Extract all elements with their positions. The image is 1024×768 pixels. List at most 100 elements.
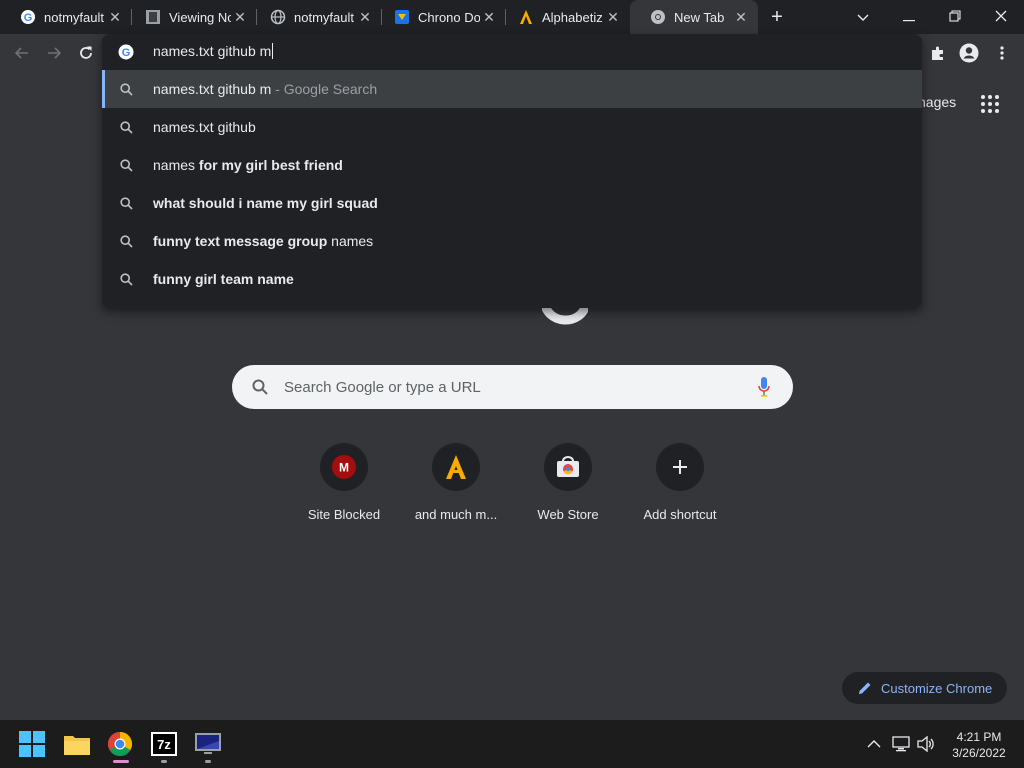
close-icon[interactable]: ✕ [606, 10, 620, 24]
profile-avatar-icon [959, 43, 979, 63]
shortcut-and-much-more[interactable]: and much m... [400, 443, 512, 533]
running-indicator [161, 760, 167, 763]
tab-search-icon[interactable] [850, 4, 876, 30]
chrono-download-icon [394, 9, 410, 25]
back-button[interactable] [10, 41, 34, 65]
web-store-icon [557, 456, 579, 477]
windows-start-icon[interactable] [16, 728, 48, 760]
screen: { "tabs": [ {"title": "notmyfault", "ico… [0, 0, 1024, 768]
volume-icon[interactable] [916, 734, 936, 754]
suggestion-item[interactable]: what should i name my girl squad [102, 184, 922, 222]
extensions-button[interactable] [926, 41, 950, 65]
shortcut-web-store[interactable]: Web Store [512, 443, 624, 533]
tab-4[interactable]: Chrono Do ✕ [374, 0, 506, 34]
shortcut-site-blocked[interactable]: M Site Blocked [288, 443, 400, 533]
images-link[interactable]: nages [918, 94, 956, 110]
restore-icon[interactable] [942, 4, 968, 30]
tab-6[interactable]: New Tab ✕ [630, 0, 758, 34]
svg-text:G: G [24, 12, 33, 24]
suggestion-item[interactable]: names for my girl best friend [102, 146, 922, 184]
ntp-search-box[interactable]: Search Google or type a URL [232, 365, 793, 409]
running-indicator [205, 760, 211, 763]
suggestion-text-part: names.txt github [153, 119, 256, 135]
puzzle-icon [932, 46, 943, 60]
tab-title: notmyfault [294, 9, 354, 25]
suggestion-text: what should i name my girl squad [153, 195, 378, 211]
suggestion-text: names for my girl best friend [153, 157, 343, 173]
search-icon [120, 121, 133, 134]
suggestion-text: names.txt github m - Google Search [153, 81, 377, 97]
close-icon[interactable]: ✕ [108, 10, 122, 24]
viewing-page-icon [145, 9, 161, 25]
close-icon[interactable]: ✕ [734, 10, 748, 24]
close-icon[interactable]: ✕ [233, 10, 247, 24]
tab-5[interactable]: Alphabetiz ✕ [498, 0, 630, 34]
microphone-icon[interactable] [758, 377, 770, 397]
chrome-taskbar-icon[interactable] [104, 728, 136, 760]
address-input: names.txt github m [153, 43, 272, 59]
suggestion-text-part: names.txt github m [153, 81, 272, 97]
profile-button[interactable] [957, 41, 981, 65]
text-cursor [272, 43, 274, 59]
close-icon[interactable]: ✕ [358, 10, 372, 24]
reload-button[interactable] [74, 41, 98, 65]
svg-text:G: G [122, 47, 131, 59]
close-icon[interactable]: ✕ [482, 10, 496, 24]
globe-icon [270, 9, 286, 25]
tab-title: Chrono Do [418, 9, 480, 25]
system-clock[interactable]: 4:21 PM 3/26/2022 [944, 729, 1014, 761]
svg-text:M: M [339, 461, 349, 475]
active-app-indicator [113, 760, 129, 763]
suggestion-item[interactable]: funny text message group names [102, 222, 922, 260]
google-g-icon: G [118, 44, 134, 60]
chevron-up-icon[interactable] [864, 734, 884, 754]
search-icon [120, 235, 133, 248]
search-icon [252, 379, 268, 395]
window-close-icon[interactable] [988, 4, 1014, 30]
network-icon[interactable] [891, 734, 911, 754]
address-bar[interactable]: G names.txt github m [102, 34, 922, 70]
forward-button[interactable] [42, 41, 66, 65]
suggestion-item[interactable]: names.txt github m - Google Search [102, 70, 922, 108]
new-tab-button[interactable]: + [766, 7, 788, 29]
file-explorer-icon[interactable] [61, 728, 93, 760]
suggestion-item[interactable]: names.txt github [102, 108, 922, 146]
shortcut-label: Web Store [537, 507, 599, 522]
apps-grid-icon[interactable] [980, 94, 1000, 114]
suggestion-item[interactable]: funny girl team name [102, 260, 922, 298]
pencil-icon [858, 681, 872, 695]
suggestion-text-part: what should i name my girl squad [153, 195, 378, 211]
menu-button[interactable] [990, 41, 1014, 65]
windows-taskbar: 7z 4:21 PM 3/26/2022 [0, 720, 1024, 768]
customize-chrome-button[interactable]: Customize Chrome [842, 672, 1007, 704]
alphabetizer-a-icon [518, 9, 534, 25]
chrome-icon [650, 9, 666, 25]
suggestion-text-part: for my girl best friend [198, 157, 343, 173]
shortcut-add[interactable]: Add shortcut [624, 443, 736, 533]
monitor-app-icon[interactable] [192, 728, 224, 760]
suggestion-text: funny girl team name [153, 271, 294, 287]
tab-3[interactable]: notmyfault ✕ [250, 0, 382, 34]
tab-1[interactable]: G notmyfault ✕ [0, 0, 132, 34]
tab-strip: G notmyfault ✕ Viewing No ✕ notmyfault ✕… [0, 0, 1024, 34]
search-placeholder: Search Google or type a URL [284, 379, 481, 396]
minimize-icon[interactable] [896, 4, 922, 30]
shortcut-label: Add shortcut [643, 507, 717, 522]
clock-date: 3/26/2022 [952, 746, 1006, 760]
forward-arrow-icon [48, 47, 62, 59]
back-arrow-icon [14, 47, 28, 59]
svg-text:7z: 7z [157, 737, 171, 752]
kebab-menu-icon [1000, 46, 1004, 60]
tab-2[interactable]: Viewing No ✕ [125, 0, 257, 34]
reload-icon [80, 46, 92, 59]
7zip-icon[interactable]: 7z [148, 728, 180, 760]
plus-icon [673, 460, 687, 474]
search-icon [120, 273, 133, 286]
tab-title: notmyfault [44, 9, 104, 25]
site-blocked-m-icon: M [332, 455, 356, 479]
tab-title: New Tab [674, 9, 725, 25]
suggestion-text: names.txt github [153, 119, 256, 135]
shortcut-label: and much m... [414, 507, 498, 522]
clock-time: 4:21 PM [956, 730, 1002, 744]
shortcut-label: Site Blocked [307, 507, 381, 522]
